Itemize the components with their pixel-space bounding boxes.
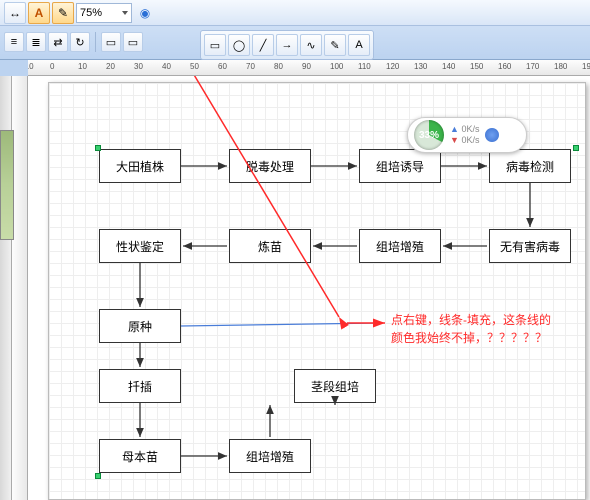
page: 大田植株 脱毒处理 组培诱导 病毒检测 性状鉴定 炼苗 组培增殖 无有害病毒 原… bbox=[48, 82, 586, 500]
node-zupeiyoudao[interactable]: 组培诱导 bbox=[359, 149, 441, 183]
speed-readout: ▲ 0K/s ▼ 0K/s bbox=[450, 124, 479, 146]
separator bbox=[95, 32, 96, 52]
shapes-toolbar: ▭ ◯ ╱ → ∿ ✎ A bbox=[200, 30, 374, 60]
layer-front-button[interactable]: ▭ bbox=[101, 32, 121, 52]
widget-button[interactable] bbox=[485, 128, 499, 142]
help-icon: ◉ bbox=[140, 6, 150, 20]
node-mubenmiao[interactable]: 母本苗 bbox=[99, 439, 181, 473]
node-zupeizengzhi[interactable]: 组培增殖 bbox=[359, 229, 441, 263]
chevron-down-icon bbox=[122, 11, 128, 15]
node-jingduanzupei[interactable]: 茎段组培 bbox=[294, 369, 376, 403]
shape-text-button[interactable]: A bbox=[348, 34, 370, 56]
node-qiancha[interactable]: 扦插 bbox=[99, 369, 181, 403]
align-left-button[interactable]: ≡ bbox=[4, 32, 24, 52]
down-icon: ▼ bbox=[450, 135, 459, 145]
canvas[interactable]: 大田植株 脱毒处理 组培诱导 病毒检测 性状鉴定 炼苗 组培增殖 无有害病毒 原… bbox=[28, 76, 590, 500]
node-datian[interactable]: 大田植株 bbox=[99, 149, 181, 183]
selection-handle[interactable] bbox=[95, 473, 101, 479]
sidebar-thumbnail bbox=[0, 130, 14, 240]
pencil-icon: ✎ bbox=[58, 6, 68, 20]
gauge-icon: 33% bbox=[414, 120, 444, 150]
text-tool-button[interactable]: A bbox=[28, 2, 50, 24]
shape-rect-button[interactable]: ▭ bbox=[204, 34, 226, 56]
network-widget[interactable]: 33% ▲ 0K/s ▼ 0K/s bbox=[407, 117, 527, 153]
node-lianmiao[interactable]: 炼苗 bbox=[229, 229, 311, 263]
ruler-horizontal: -100102030405060708090100110120130140150… bbox=[28, 60, 590, 76]
rotate-button[interactable]: ↻ bbox=[70, 32, 90, 52]
align-center-button[interactable]: ≣ bbox=[26, 32, 46, 52]
node-zupeizengzhi2[interactable]: 组培增殖 bbox=[229, 439, 311, 473]
zoom-combo[interactable]: 75% bbox=[76, 3, 132, 23]
ruler-vertical bbox=[12, 76, 28, 500]
shape-curve-button[interactable]: ∿ bbox=[300, 34, 322, 56]
shape-ellipse-button[interactable]: ◯ bbox=[228, 34, 250, 56]
up-icon: ▲ bbox=[450, 124, 459, 134]
highlight-tool-button[interactable]: ✎ bbox=[52, 2, 74, 24]
node-wuyouhaibingdu[interactable]: 无有害病毒 bbox=[489, 229, 571, 263]
shape-line-button[interactable]: ╱ bbox=[252, 34, 274, 56]
shape-arrow-button[interactable]: → bbox=[276, 34, 298, 56]
toolbar-area: ↔ A ✎ 75% ◉ ≡ ≣ ⇄ ↻ ▭ ▭ ▭ ◯ ╱ → ∿ ✎ A bbox=[0, 0, 590, 60]
toolbar-row-1: ↔ A ✎ 75% ◉ bbox=[0, 0, 590, 26]
shape-freeform-button[interactable]: ✎ bbox=[324, 34, 346, 56]
node-tuoduchuli[interactable]: 脱毒处理 bbox=[229, 149, 311, 183]
selection-handle[interactable] bbox=[573, 145, 579, 151]
selection-handle[interactable] bbox=[95, 145, 101, 151]
zoom-value: 75% bbox=[80, 7, 102, 19]
help-button[interactable]: ◉ bbox=[134, 2, 156, 24]
layer-back-button[interactable]: ▭ bbox=[123, 32, 143, 52]
move-tool-button[interactable]: ↔ bbox=[4, 2, 26, 24]
distribute-button[interactable]: ⇄ bbox=[48, 32, 68, 52]
annotation-text: 点右键，线条-填充，这条线的 颜色我始终不掉，？？？？？ bbox=[391, 311, 583, 347]
node-xingzhuangjian[interactable]: 性状鉴定 bbox=[99, 229, 181, 263]
node-yuanzhong[interactable]: 原种 bbox=[99, 309, 181, 343]
node-bingdujiance[interactable]: 病毒检测 bbox=[489, 149, 571, 183]
